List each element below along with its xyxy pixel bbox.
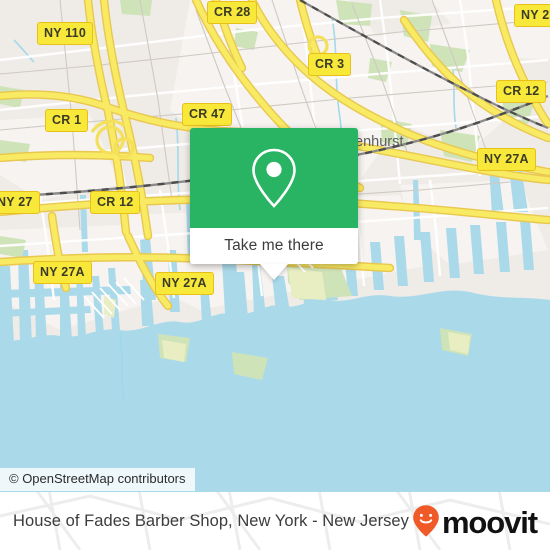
road-shield: NY 27A: [477, 148, 536, 171]
moovit-pin-smiley-icon: [413, 505, 439, 537]
road-shield: CR 12: [496, 80, 547, 103]
osm-attribution[interactable]: © OpenStreetMap contributors: [0, 468, 195, 492]
road-shield: NY 27: [514, 4, 550, 27]
road-shield: NY 27: [0, 191, 40, 214]
moovit-logo[interactable]: moovit: [411, 504, 538, 540]
page-title: House of Fades Barber Shop, New York - N…: [13, 511, 409, 530]
popup-pin-panel: [190, 128, 358, 228]
road-shield: CR 47: [182, 103, 233, 126]
take-me-there-label: Take me there: [224, 237, 324, 254]
road-shield: NY 27A: [155, 272, 214, 295]
map-pin-icon: [252, 148, 296, 208]
place-popup-card[interactable]: Take me there: [190, 128, 358, 280]
road-shield: CR 28: [207, 1, 258, 24]
popup-tail: [260, 264, 288, 280]
road-shield: CR 12: [90, 191, 141, 214]
take-me-there-button[interactable]: Take me there: [190, 228, 358, 264]
road-shield: NY 27A: [33, 261, 92, 284]
road-shield: CR 1: [45, 109, 89, 132]
road-shield: CR 3: [308, 53, 352, 76]
moovit-wordmark: moovit: [441, 504, 538, 540]
place-label-lindenhurst: enhurst: [355, 134, 404, 150]
map-canvas[interactable]: NY 110 CR 28 NY 27 CR 3 CR 12 CR 47 CR 1…: [0, 0, 550, 492]
map-screenshot: NY 110 CR 28 NY 27 CR 3 CR 12 CR 47 CR 1…: [0, 0, 550, 550]
footer-bar: House of Fades Barber Shop, New York - N…: [0, 492, 550, 550]
road-shield: NY 110: [37, 22, 93, 45]
